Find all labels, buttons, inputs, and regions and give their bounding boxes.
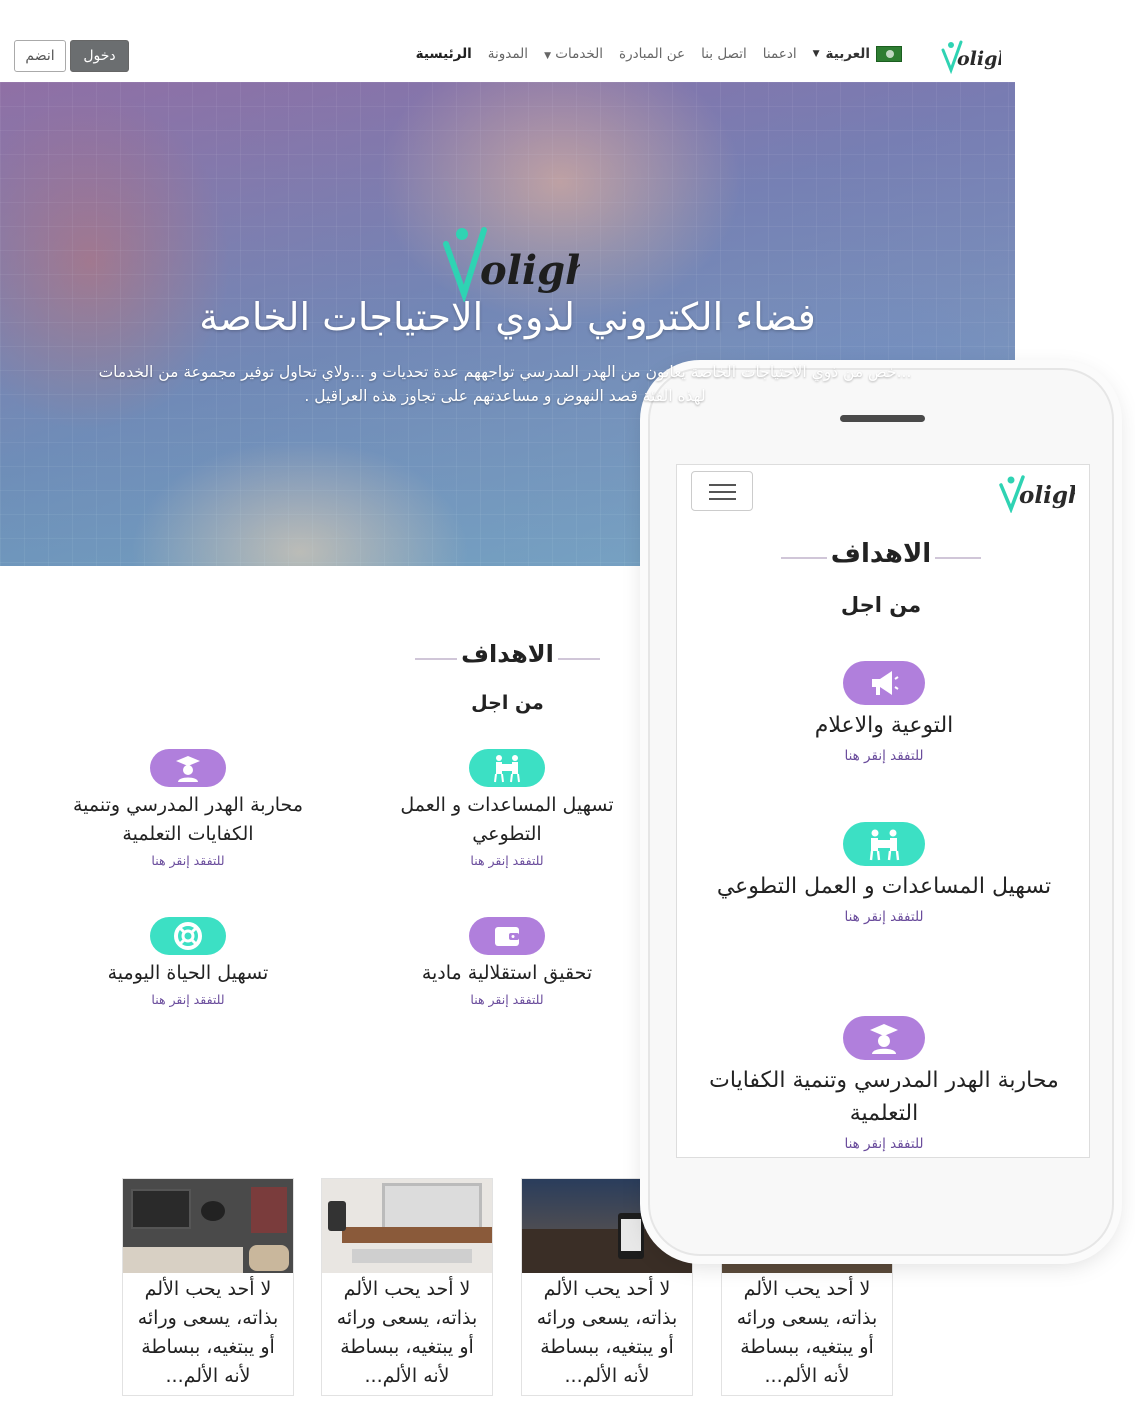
goal-link[interactable]: للتفقد إنقر هنا: [367, 853, 647, 868]
flag-icon: [876, 46, 902, 62]
join-button[interactable]: انضم: [14, 40, 66, 72]
svg-text:oligh: oligh: [1019, 482, 1075, 509]
chevron-down-icon: ▼: [544, 51, 551, 61]
graduation-icon: [843, 1016, 925, 1060]
wallet-icon: [469, 917, 545, 955]
article-image: [322, 1179, 492, 1273]
nav-link-contact[interactable]: اتصل بنا: [701, 46, 747, 62]
goals-title: الاهداف: [415, 640, 600, 668]
phone-speaker: [840, 415, 925, 422]
divider: [781, 557, 827, 559]
goal-link[interactable]: للتفقد إنقر هنا: [48, 853, 328, 868]
login-button[interactable]: دخول: [70, 40, 129, 72]
nav-link-about[interactable]: عن المبادرة: [619, 46, 685, 62]
language-selector[interactable]: العربية ▼: [813, 46, 902, 62]
goal-title: التوعية والاعلام: [814, 713, 954, 738]
goal-title: تسهيل المساعدات و العمل التطوعي: [716, 874, 1052, 899]
phone-mockup: oligh الاهداف من اجل التوعية والاعلام لل…: [648, 368, 1114, 1256]
article-card[interactable]: لا أحد يحب الألم بذاته، يسعى ورائه أو يب…: [321, 1178, 493, 1396]
mobile-goal-item: التوعية والاعلام للتفقد إنقر هنا: [707, 661, 1061, 764]
hero-title: فضاء الكتروني لذوي الاحتياجات الخاصة: [199, 295, 816, 339]
goal-item: تحقيق استقلالية مادية للتفقد إنقر هنا: [367, 917, 647, 1007]
volight-logo[interactable]: oligh: [939, 38, 1001, 74]
divider: [935, 557, 981, 559]
navbar: انضم دخول الرئيسية المدونة الخدمات ▼ عن …: [0, 30, 1015, 82]
mobile-screen: oligh الاهداف من اجل التوعية والاعلام لل…: [676, 464, 1090, 1158]
mobile-goals-title-text: الاهداف: [830, 539, 932, 569]
nav-link-support[interactable]: ادعمنا: [763, 46, 797, 62]
graduation-icon: [150, 749, 226, 787]
divider: [558, 658, 600, 660]
goal-link[interactable]: للتفقد إنقر هنا: [707, 909, 1061, 925]
goals-subtitle: من اجل: [471, 692, 544, 714]
svg-text:oligh: oligh: [480, 247, 580, 294]
article-excerpt: لا أحد يحب الألم بذاته، يسعى ورائه أو يب…: [736, 1278, 878, 1387]
goal-link[interactable]: للتفقد إنقر هنا: [48, 992, 328, 1007]
svg-text:oligh: oligh: [957, 48, 1001, 70]
hamburger-menu-icon[interactable]: [691, 471, 753, 511]
nav-links: الرئيسية المدونة الخدمات ▼ عن المبادرة ا…: [416, 46, 902, 62]
goal-title: تحقيق استقلالية مادية: [421, 962, 593, 984]
mobile-goals-subtitle: من اجل: [840, 593, 922, 617]
article-excerpt: لا أحد يحب الألم بذاته، يسعى ورائه أو يب…: [536, 1278, 678, 1387]
language-label: العربية: [825, 46, 870, 62]
nav-link-blog[interactable]: المدونة: [488, 46, 528, 62]
goal-title: محاربة الهدر المدرسي وتنمية الكفايات الت…: [72, 794, 304, 845]
nav-link-home[interactable]: الرئيسية: [416, 46, 472, 62]
hero-logo: oligh: [443, 227, 580, 302]
nav-link-services[interactable]: الخدمات ▼: [544, 46, 603, 62]
goals-title-text: الاهداف: [461, 640, 554, 668]
divider: [415, 658, 457, 660]
goal-link[interactable]: للتفقد إنقر هنا: [707, 748, 1061, 764]
article-card[interactable]: لا أحد يحب الألم بذاته، يسعى ورائه أو يب…: [122, 1178, 294, 1396]
megaphone-icon: [843, 661, 925, 705]
goal-item: تسهيل المساعدات و العمل التطوعي للتفقد إ…: [367, 749, 647, 868]
goal-title: تسهيل الحياة اليومية: [107, 962, 269, 984]
goal-title: تسهيل المساعدات و العمل التطوعي: [400, 794, 614, 845]
article-excerpt: لا أحد يحب الألم بذاته، يسعى ورائه أو يب…: [336, 1278, 478, 1387]
goal-item: تسهيل الحياة اليومية للتفقد إنقر هنا: [48, 917, 328, 1007]
article-image: [123, 1179, 293, 1273]
hero-description: ...خص من ذوي الاحتياجات الخاصة يعانون من…: [98, 363, 912, 405]
mobile-goals-title: الاهداف: [781, 539, 981, 569]
helping-hands-icon: [843, 822, 925, 866]
mobile-goal-item: تسهيل المساعدات و العمل التطوعي للتفقد إ…: [707, 822, 1061, 925]
article-excerpt: لا أحد يحب الألم بذاته، يسعى ورائه أو يب…: [137, 1278, 279, 1387]
mobile-goal-item: محاربة الهدر المدرسي وتنمية الكفايات الت…: [707, 1016, 1061, 1152]
goal-link[interactable]: للتفقد إنقر هنا: [707, 1136, 1061, 1152]
goal-link[interactable]: للتفقد إنقر هنا: [367, 992, 647, 1007]
goal-title: محاربة الهدر المدرسي وتنمية الكفايات الت…: [709, 1068, 1059, 1126]
goal-item: محاربة الهدر المدرسي وتنمية الكفايات الت…: [48, 749, 328, 868]
lifebuoy-icon: [150, 917, 226, 955]
nav-link-services-label: الخدمات: [555, 46, 603, 62]
chevron-down-icon: ▼: [812, 49, 820, 59]
volight-logo[interactable]: oligh: [997, 473, 1075, 513]
helping-hands-icon: [469, 749, 545, 787]
